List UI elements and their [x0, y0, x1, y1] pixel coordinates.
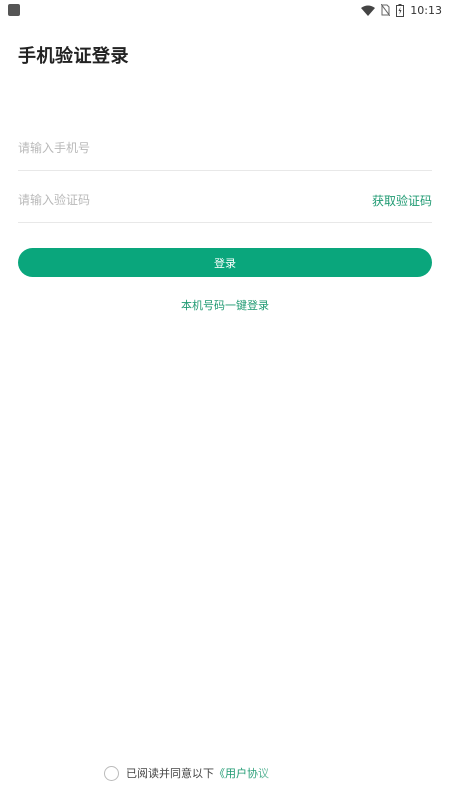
status-icons: 10:13 — [361, 2, 442, 18]
page-title: 手机验证登录 — [18, 46, 129, 67]
wifi-icon — [361, 5, 376, 16]
phone-field-row — [18, 126, 432, 171]
battery-icon — [396, 3, 405, 17]
no-sim-icon — [381, 4, 391, 16]
login-button[interactable]: 登录 — [18, 248, 432, 277]
status-bar: 10:13 — [0, 0, 450, 20]
verification-code-input[interactable] — [18, 193, 318, 207]
agreement-row: 已阅读并同意以下 《用户协议 — [104, 765, 269, 781]
get-code-button[interactable]: 获取验证码 — [372, 192, 432, 209]
status-time: 10:13 — [410, 3, 442, 17]
app-square-icon — [8, 4, 20, 16]
agreement-checkbox[interactable] — [104, 765, 119, 781]
code-field-row: 获取验证码 — [18, 178, 432, 223]
one-click-login-label: 本机号码一键登录 — [181, 299, 269, 312]
phone-input[interactable] — [18, 141, 318, 155]
login-button-label: 登录 — [214, 256, 236, 270]
agreement-text: 已阅读并同意以下 — [126, 767, 214, 780]
user-agreement-link[interactable]: 《用户协议 — [214, 765, 269, 781]
one-click-login-link[interactable]: 本机号码一键登录 — [0, 297, 450, 313]
